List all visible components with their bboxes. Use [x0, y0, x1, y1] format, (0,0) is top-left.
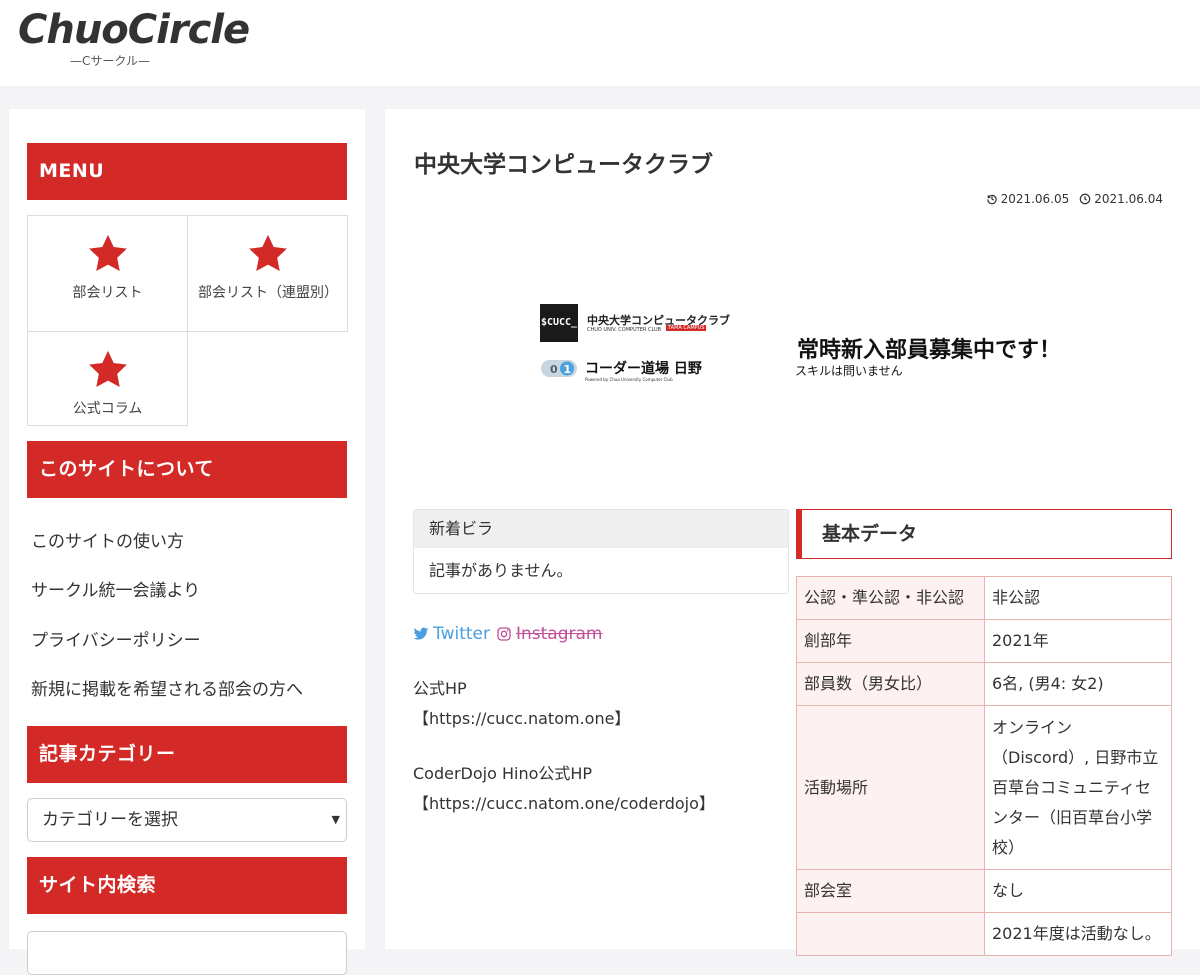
table-row: 部員数（男女比） 6名, (男4: 女2): [796, 662, 1172, 706]
table-key: 部員数（男女比）: [796, 662, 985, 706]
official-hp-label: 公式HP: [413, 679, 467, 698]
cucc-tama: TAMA CAMPUS: [666, 325, 707, 331]
twitter-icon: [413, 627, 429, 640]
search-title: サイト内検索: [27, 857, 347, 914]
menu-item-club-list[interactable]: 部会リスト: [27, 215, 188, 332]
table-value: オンライン（Discord）, 日野市立百草台コミュニティセンター（旧百草台小学…: [984, 705, 1172, 870]
dojo-hp-block: CoderDojo Hino公式HP 【https://cucc.natom.o…: [413, 759, 715, 819]
table-row: 活動場所 オンライン（Discord）, 日野市立百草台コミュニティセンター（旧…: [796, 705, 1172, 870]
clock-icon: [1079, 193, 1091, 205]
link-unified-meeting[interactable]: サークル統一会議より: [31, 576, 200, 601]
official-hp-block: 公式HP 【https://cucc.natom.one】: [413, 674, 630, 734]
menu-item-official-column[interactable]: 公式コラム: [27, 331, 188, 426]
updated-date: 2021.06.05: [986, 192, 1070, 206]
logo-main-text: ChuoCircle: [18, 7, 250, 53]
category-title: 記事カテゴリー: [27, 726, 347, 783]
svg-text:1: 1: [564, 363, 572, 376]
official-hp-url[interactable]: 【https://cucc.natom.one】: [413, 704, 630, 734]
instagram-icon: [497, 627, 511, 641]
post-dates: 2021.06.05 2021.06.04: [986, 192, 1163, 206]
main-content: 中央大学コンピュータクラブ 2021.06.05 2021.06.04 $CUC…: [385, 109, 1200, 956]
dojo-hp-url[interactable]: 【https://cucc.natom.one/coderdojo】: [413, 789, 715, 819]
social-links: Twitter Instagram: [413, 624, 602, 644]
page-title: 中央大学コンピュータクラブ: [414, 152, 713, 178]
new-bills-empty: 記事がありません。: [429, 561, 573, 580]
category-select-value: カテゴリーを選択: [42, 810, 178, 830]
menu-title: MENU: [27, 143, 347, 200]
table-row: 公認・準公認・非公認 非公認: [796, 576, 1172, 620]
table-key: 部会室: [796, 869, 985, 913]
table-row: 創部年 2021年: [796, 619, 1172, 663]
menu-item-club-list-by-federation[interactable]: 部会リスト（連盟別）: [187, 215, 348, 332]
recruit-banner: $CUCC_ 中央大学コンピュータクラブ CHUO UNIV. COMPUTER…: [535, 304, 1095, 394]
new-bills-title: 新着ビラ: [414, 510, 788, 548]
svg-text:0: 0: [550, 363, 558, 376]
dojo-hp-label: CoderDojo Hino公式HP: [413, 764, 593, 783]
star-icon: [88, 350, 127, 388]
star-icon: [248, 234, 287, 272]
coderdojo-icon: 0 1: [541, 360, 577, 377]
table-value: 2021年度は活動なし。: [984, 912, 1172, 956]
site-header: ChuoCircle —Cサークル—: [0, 0, 1200, 86]
twitter-label: Twitter: [433, 624, 490, 644]
table-row: 部会室 なし: [796, 869, 1172, 913]
instagram-label: Instagram: [515, 624, 603, 644]
published-date-text: 2021.06.04: [1094, 192, 1163, 206]
published-date: 2021.06.04: [1079, 192, 1163, 206]
table-key: 公認・準公認・非公認: [796, 576, 985, 620]
category-select[interactable]: カテゴリーを選択 ▼: [27, 798, 347, 842]
table-key: 創部年: [796, 619, 985, 663]
table-value: 6名, (男4: 女2): [984, 662, 1172, 706]
star-icon: [88, 234, 127, 272]
logo-sub-text: —Cサークル—: [70, 54, 151, 68]
cucc-name: 中央大学コンピュータクラブ: [587, 314, 730, 327]
recruit-headline: 常時新入部員募集中です！: [797, 338, 1062, 363]
twitter-link[interactable]: Twitter: [413, 624, 490, 644]
about-title: このサイトについて: [27, 441, 347, 498]
chevron-down-icon: ▼: [331, 813, 340, 826]
recruit-subtext: スキルは問いません: [795, 364, 903, 378]
link-new-listing[interactable]: 新規に掲載を希望される部会の方へ: [31, 675, 303, 700]
link-how-to-use[interactable]: このサイトの使い方: [31, 527, 184, 552]
basic-data-heading: 基本データ: [796, 509, 1172, 559]
cucc-en: CHUO UNIV. COMPUTER CLUB: [587, 327, 662, 333]
site-logo[interactable]: ChuoCircle —Cサークル—: [18, 6, 250, 68]
table-value: 2021年: [984, 619, 1172, 663]
basic-data-table: 公認・準公認・非公認 非公認 創部年 2021年 部員数（男女比） 6名, (男…: [796, 576, 1172, 956]
table-row: 2021年度は活動なし。: [796, 912, 1172, 956]
updated-date-text: 2021.06.05: [1000, 192, 1070, 206]
menu-item-label: 部会リスト: [72, 285, 143, 301]
dojo-sub: Powered by Chuo University Computer Club: [585, 377, 673, 382]
search-input[interactable]: [27, 931, 347, 975]
new-bills-box: 新着ビラ 記事がありません。: [413, 509, 789, 594]
dojo-name: コーダー道場 日野: [585, 361, 702, 377]
table-value: 非公認: [984, 576, 1172, 620]
table-key: 活動場所: [796, 705, 985, 870]
menu-item-label: 公式コラム: [72, 401, 143, 417]
link-privacy-policy[interactable]: プライバシーポリシー: [31, 626, 201, 651]
history-icon: [986, 194, 997, 205]
menu-item-label: 部会リスト（連盟別）: [198, 285, 338, 301]
instagram-link[interactable]: Instagram: [496, 624, 603, 644]
sidebar: MENU 部会リスト 部会リスト（連盟別） 公式コラム このサイトについて この…: [9, 109, 365, 975]
cucc-logo-box: $CUCC_: [540, 304, 578, 342]
table-value: なし: [984, 869, 1172, 913]
table-key: [796, 912, 985, 956]
